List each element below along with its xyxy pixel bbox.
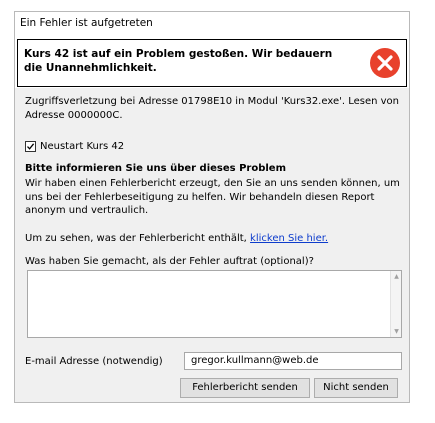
scroll-down-arrow-icon[interactable]: ▼	[392, 327, 401, 336]
error-banner: Kurs 42 ist auf ein Problem gestoßen. Wi…	[17, 39, 407, 87]
report-description: Wir haben einen Fehlerbericht erzeugt, d…	[25, 178, 400, 216]
restart-option[interactable]: Neustart Kurs 42	[25, 139, 124, 153]
send-report-button[interactable]: Fehlerbericht senden	[180, 378, 310, 398]
report-heading: Bitte informieren Sie uns über dieses Pr…	[25, 163, 287, 174]
checkmark-icon	[27, 142, 35, 150]
email-label: E-mail Adresse (notwendig)	[25, 356, 163, 367]
question-label: Was haben Sie gemacht, als der Fehler au…	[25, 256, 314, 267]
restart-checkbox[interactable]	[25, 140, 36, 152]
dialog-title: Ein Fehler ist aufgetreten	[20, 17, 153, 29]
dont-send-button[interactable]: Nicht senden	[314, 378, 398, 398]
error-dialog: Ein Fehler ist aufgetreten Kurs 42 ist a…	[14, 11, 410, 403]
error-details: Zugriffsverletzung bei Adresse 01798E10 …	[25, 96, 400, 121]
scroll-up-arrow-icon[interactable]: ▲	[392, 272, 401, 281]
textarea-scrollbar[interactable]: ▲ ▼	[390, 271, 401, 337]
view-report-link[interactable]: klicken Sie hier.	[250, 233, 328, 244]
dialog-content: Zugriffsverletzung bei Adresse 01798E10 …	[15, 88, 409, 402]
banner-message: Kurs 42 ist auf ein Problem gestoßen. Wi…	[24, 48, 333, 74]
report-link-row: Um zu sehen, was der Fehlerbericht enthä…	[25, 233, 328, 244]
link-prefix: Um zu sehen, was der Fehlerbericht enthä…	[25, 233, 247, 244]
description-textarea[interactable]: ▲ ▼	[27, 270, 402, 338]
error-x-icon	[370, 48, 400, 78]
restart-label: Neustart Kurs 42	[40, 140, 125, 152]
email-field[interactable]: gregor.kullmann@web.de	[184, 352, 402, 370]
